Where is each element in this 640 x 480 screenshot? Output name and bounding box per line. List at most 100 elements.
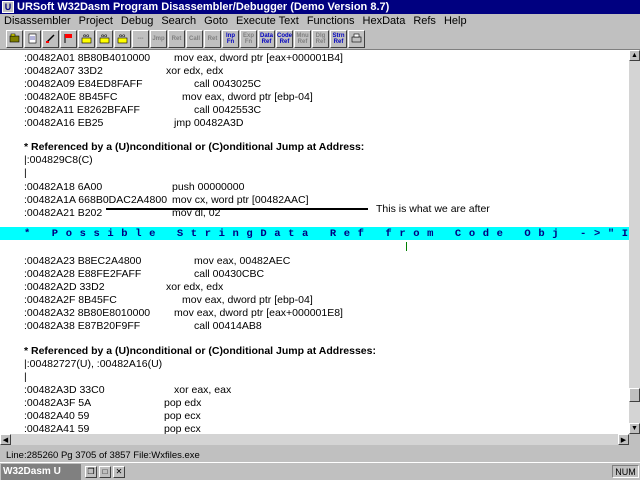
goto-page-button[interactable]: GO	[114, 29, 131, 48]
code-address: :00482A3F 5A	[24, 397, 92, 409]
restore-button[interactable]: ❐	[85, 465, 97, 478]
code-address: :00482A09 E84ED8FAFF	[24, 78, 143, 90]
svg-text:GO: GO	[119, 33, 125, 38]
code-instruction: call 0042553C	[194, 104, 262, 116]
scroll-up-button[interactable]: ▲	[629, 50, 640, 61]
print-button[interactable]	[348, 29, 365, 48]
code-line[interactable]: :00482A01 8B80B4010000 mov eax, dword ptr…	[24, 52, 343, 65]
menu-functions[interactable]: Functions	[307, 15, 355, 27]
code-line[interactable]: :00482A28 E88FE2FAFF call 00430CBC	[24, 268, 264, 281]
return-call-button[interactable]: Ret	[204, 29, 221, 48]
minimized-window-bar: W32Dasm U ❐ □ ✕	[0, 462, 640, 480]
code-instruction: call 00414AB8	[194, 320, 262, 332]
code-line[interactable]: :00482A1A 668B0DAC2A4800 mov cx, word ptr…	[24, 194, 309, 207]
code-line[interactable]: :00482A09 E84ED8FAFF call 0043025C	[24, 78, 261, 91]
title-bar[interactable]: U URSoft W32Dasm Program Disassembler/De…	[0, 0, 640, 14]
string-refs-label: Strn Ref	[332, 32, 345, 45]
exports-label: Exp Fn	[242, 32, 254, 45]
menu-goto[interactable]: Goto	[204, 15, 228, 27]
menu-search[interactable]: Search	[161, 15, 196, 27]
imports-button[interactable]: Inp Fn	[222, 29, 239, 48]
save-file-button[interactable]	[24, 29, 41, 48]
code-address: :00482A41 59	[24, 423, 90, 434]
code-address: :00482A0E 8B45FC	[24, 91, 118, 103]
code-line[interactable]: :00482A3D 33C0 xor eax, eax	[24, 384, 231, 397]
string-data-reference: * Possible StringData Ref from Code Obj …	[24, 228, 629, 240]
menu-refs-button[interactable]: Mnu Ref	[294, 29, 311, 48]
code-line[interactable]: :00482A3F 5A pop edx	[24, 397, 201, 410]
return-jump-button[interactable]: Ret	[168, 29, 185, 48]
code-line[interactable]: :00482A40 59 pop ecx	[24, 410, 201, 423]
code-instruction: mov dl, 02	[172, 207, 221, 219]
code-line[interactable]: :00482A07 33D2 xor edx, edx	[24, 65, 223, 78]
code-instruction: xor eax, eax	[174, 384, 232, 396]
goto-code-location-button[interactable]: ---	[132, 29, 149, 48]
vertical-scrollbar[interactable]: ▲ ▼	[629, 50, 640, 434]
jump-reference-header: * Referenced by a (U)nconditional or (C)…	[24, 141, 365, 153]
scroll-left-button[interactable]: ◀	[0, 434, 11, 445]
code-instruction: call 00430CBC	[194, 268, 265, 280]
code-address: :00482A21 B202	[24, 207, 103, 219]
data-refs-button[interactable]: Data Ref	[258, 29, 275, 48]
code-line[interactable]: :00482A38 E87B20F9FF call 00414AB8	[24, 320, 262, 333]
code-line[interactable]: :00482A23 B8EC2A4800 mov eax, 00482AEC	[24, 255, 290, 268]
maximize-button[interactable]: □	[99, 465, 111, 478]
code-line[interactable]: :00482A41 59 pop ecx	[24, 423, 201, 434]
annotation-text: This is what we are after	[376, 203, 490, 215]
menu-execute-text[interactable]: Execute Text	[236, 15, 299, 27]
scroll-right-button[interactable]: ▶	[618, 434, 629, 445]
jump-reference-address[interactable]: |:004829C8(C)	[24, 154, 93, 167]
disassembly-view[interactable]: :00482A01 8B80B4010000 mov eax, dword ptr…	[0, 50, 629, 434]
goto-page-icon: GO	[117, 33, 128, 44]
code-line[interactable]: :00482A2F 8B45FC mov eax, dword ptr [ebp-…	[24, 294, 313, 307]
menu-debug[interactable]: Debug	[121, 15, 153, 27]
app-icon[interactable]: U	[2, 1, 14, 13]
execute-jump-button[interactable]: Jmp	[150, 29, 167, 48]
dialog-refs-button[interactable]: Dlg Ref	[312, 29, 329, 48]
open-file-button[interactable]	[6, 29, 23, 48]
goto-entry-icon: GO	[99, 33, 110, 44]
scroll-down-button[interactable]: ▼	[629, 423, 640, 434]
code-line[interactable]: :00482A11 E8262BFAFF call 0042553C	[24, 104, 261, 117]
menu-disassembler[interactable]: Disassembler	[4, 15, 71, 27]
menu-help[interactable]: Help	[444, 15, 467, 27]
horizontal-scrollbar[interactable]: ◀ ▶	[0, 434, 629, 445]
string-refs-button[interactable]: Strn Ref	[330, 29, 347, 48]
code-refs-button[interactable]: Code Ref	[276, 29, 293, 48]
svg-text:GO: GO	[83, 33, 89, 38]
debug-load-button[interactable]	[60, 29, 77, 48]
code-line[interactable]: :00482A21 B202 mov dl, 02	[24, 207, 220, 220]
code-line[interactable]: :00482A0E 8B45FC mov eax, dword ptr [ebp-…	[24, 91, 313, 104]
execute-call-button[interactable]: Call	[186, 29, 203, 48]
code-line[interactable]: :00482A32 8B80E8010000 mov eax, dword ptr…	[24, 307, 343, 320]
toolbar: GO GO GO --- Jmp Ret Call Ret Inp Fn Exp…	[0, 28, 640, 50]
code-line[interactable]: :00482A2D 33D2 xor edx, edx	[24, 281, 223, 294]
arrow-down-icon: ▼	[631, 425, 638, 432]
menu-project[interactable]: Project	[79, 15, 113, 27]
jump-reference-address[interactable]: |:00482727(U), :00482A16(U)	[24, 358, 162, 371]
jump-reference-header: * Referenced by a (U)nconditional or (C)…	[24, 345, 376, 357]
code-line[interactable]: :00482A18 6A00 push 00000000	[24, 181, 244, 194]
goto-program-entry-button[interactable]: GO	[96, 29, 113, 48]
data-refs-label: Data Ref	[259, 32, 273, 45]
code-address: :00482A07 33D2	[24, 65, 103, 77]
restore-icon: ❐	[87, 467, 95, 476]
exports-button[interactable]: Exp Fn	[240, 29, 257, 48]
menu-refs[interactable]: Refs	[413, 15, 436, 27]
minimized-window-title[interactable]: W32Dasm U	[1, 463, 81, 480]
code-address: :00482A2D 33D2	[24, 281, 105, 293]
open-folder-icon	[9, 33, 20, 43]
arrow-up-icon: ▲	[631, 52, 638, 59]
code-line[interactable]: :00482A16 EB25 jmp 00482A3D	[24, 117, 243, 130]
menu-hexdata[interactable]: HexData	[363, 15, 406, 27]
code-address: :00482A16 EB25	[24, 117, 104, 129]
status-text: Line:285260 Pg 3705 of 3857 File:Wxfiles…	[6, 449, 200, 461]
close-button[interactable]: ✕	[113, 465, 125, 478]
maximize-icon: □	[102, 467, 108, 476]
arrow-left-icon: ◀	[2, 436, 9, 444]
vertical-scroll-thumb[interactable]	[629, 388, 640, 402]
search-button[interactable]	[42, 29, 59, 48]
window-title: URSoft W32Dasm Program Disassembler/Debu…	[17, 1, 390, 13]
goto-code-start-button[interactable]: GO	[78, 29, 95, 48]
code-instruction: mov eax, dword ptr [ebp-04]	[182, 294, 313, 306]
